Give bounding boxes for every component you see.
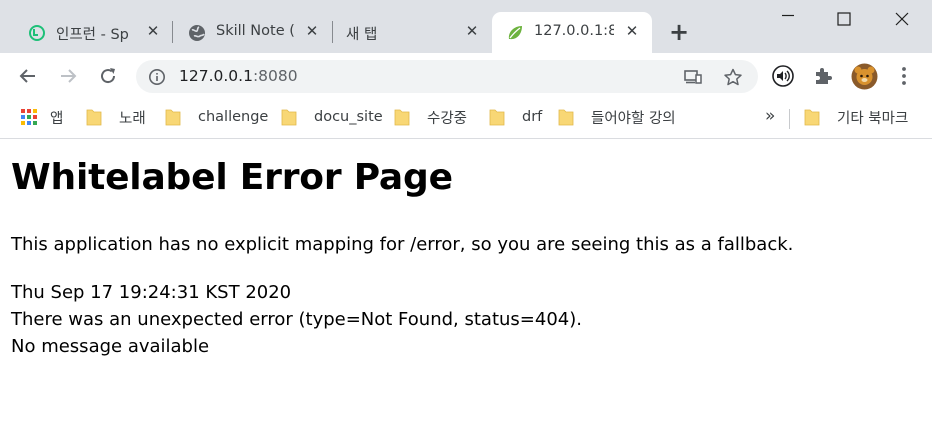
bookmark-folder[interactable]: 들어야할 강의	[558, 106, 676, 128]
folder-icon	[281, 109, 297, 126]
bookmark-label: 수강중	[427, 110, 468, 127]
tab-new-tab[interactable]: 새 탭 ✕	[334, 12, 492, 53]
window-close-icon[interactable]	[893, 10, 911, 28]
bookmark-label: challenge	[198, 109, 269, 125]
tab-localhost[interactable]: 127.0.0.1:80 ✕	[492, 12, 652, 53]
url-host: 127.0.0.1	[179, 67, 253, 85]
tab-title: 127.0.0.1:80	[534, 23, 614, 39]
error-status-line: There was an unexpected error (type=Not …	[11, 309, 582, 330]
bookmark-label: 앱	[50, 110, 64, 127]
tab-skill-note[interactable]: Skill Note (i ✕	[174, 12, 332, 53]
globe-icon	[189, 25, 205, 41]
error-message: No message available	[11, 336, 210, 357]
folder-icon	[489, 109, 505, 126]
folder-icon	[165, 109, 181, 126]
info-icon[interactable]	[148, 68, 166, 86]
close-icon[interactable]: ✕	[624, 23, 640, 39]
bookmark-folder[interactable]: challenge	[165, 106, 268, 128]
back-arrow-icon[interactable]	[17, 65, 39, 87]
tab-strip: 인프런 - Sp ✕ Skill Note (i ✕ 새 탭 ✕ 127.0.0…	[0, 0, 932, 53]
tab-divider	[332, 21, 333, 43]
forward-arrow-icon[interactable]	[57, 65, 79, 87]
folder-icon	[86, 109, 102, 126]
error-timestamp: Thu Sep 17 19:24:31 KST 2020	[11, 282, 292, 303]
bookmark-folder[interactable]: 수강중	[394, 106, 467, 128]
spring-leaf-icon	[508, 26, 522, 40]
bookmark-folder[interactable]: 노래	[86, 106, 146, 128]
tab-divider	[172, 21, 173, 43]
cast-devices-icon[interactable]	[683, 68, 703, 86]
url-text: 127.0.0.1:8080	[179, 67, 298, 85]
reload-icon[interactable]	[97, 65, 119, 87]
folder-icon	[394, 109, 410, 126]
bookmark-label: 기타 북마크	[837, 110, 909, 127]
menu-kebab-icon[interactable]	[892, 64, 916, 88]
bookmark-label: 노래	[119, 110, 146, 127]
close-icon[interactable]: ✕	[304, 23, 320, 39]
address-bar[interactable]: 127.0.0.1:8080	[136, 60, 758, 93]
apps-grid-icon	[21, 109, 37, 125]
bookmarks-overflow-button[interactable]: »	[765, 106, 775, 126]
error-description: This application has no explicit mapping…	[11, 234, 794, 255]
tab-title: 인프런 - Sp	[56, 27, 129, 43]
minimize-icon[interactable]	[779, 6, 797, 24]
bookmarks-bar: 앱 노래 challenge docu_site 수강중 drf 들어야할 강의…	[0, 99, 932, 139]
maximize-icon[interactable]	[835, 10, 853, 28]
tab-inflearn[interactable]: 인프런 - Sp ✕	[14, 12, 172, 53]
url-port: :8080	[252, 67, 298, 85]
new-tab-button[interactable]: +	[669, 20, 689, 44]
folder-icon	[558, 109, 574, 126]
tab-title: Skill Note (i	[216, 23, 296, 39]
bookmark-folder[interactable]: drf	[489, 106, 542, 128]
inflearn-icon	[29, 25, 45, 41]
bookmark-label: drf	[522, 109, 543, 125]
tab-title: 새 탭	[346, 27, 378, 43]
bookmark-folder[interactable]: docu_site	[281, 106, 383, 128]
bookmarks-divider	[789, 109, 790, 129]
bookmark-label: 들어야할 강의	[591, 110, 676, 127]
bookmark-star-icon[interactable]	[723, 68, 743, 86]
profile-avatar-icon[interactable]	[851, 63, 878, 90]
bookmark-label: docu_site	[314, 109, 383, 125]
extensions-puzzle-icon[interactable]	[812, 64, 836, 88]
bookmark-apps[interactable]: 앱	[21, 106, 63, 128]
audio-extension-icon[interactable]	[771, 64, 795, 88]
bookmark-other-folder[interactable]: 기타 북마크	[804, 106, 908, 128]
close-icon[interactable]: ✕	[464, 23, 480, 39]
page-title: Whitelabel Error Page	[11, 157, 453, 198]
browser-toolbar: 127.0.0.1:8080	[0, 53, 932, 99]
close-icon[interactable]: ✕	[145, 23, 161, 39]
folder-icon	[804, 109, 820, 126]
